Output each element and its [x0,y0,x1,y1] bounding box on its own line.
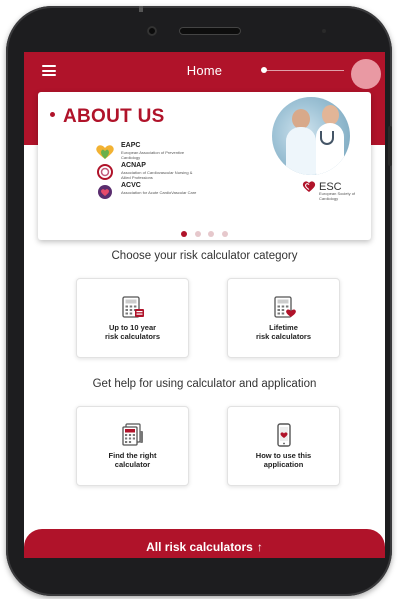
all-risk-calculators-button[interactable]: All risk calculators ↑ [24,529,385,558]
ten-year-calculators-label: Up to 10 year risk calculators [104,323,161,341]
carousel-dot-2[interactable] [194,231,201,237]
carousel-pagination [38,224,371,240]
org-eapc: EAPC European Association of Preventive … [94,142,201,160]
carousel-dot-3[interactable] [208,231,215,237]
eapc-subtitle: European Association of Preventive Cardi… [121,150,185,160]
esc-subtitle: European Society of Cardiology [319,191,356,201]
decorative-circle [351,59,381,89]
acvc-name: ACVC [121,182,141,189]
arrow-up-icon: ↑ [256,540,263,554]
acvc-logo-icon [98,185,112,199]
lifetime-calculators-label: Lifetime risk calculators [255,323,312,341]
phone-speaker [179,27,241,35]
doctors-photo [272,97,350,175]
phone-frame: Home ABOUT US EAPC European Association … [6,6,392,596]
all-risk-calculators-label: All risk calculators ↑ [146,540,263,554]
esc-name: ESC [319,180,342,193]
app-header: Home [24,52,385,90]
help-section-title: Get help for using calculator and applic… [92,378,317,390]
category-section-title: Choose your risk calculator category [111,250,298,262]
calculator-list-icon [121,423,143,446]
how-to-use-card[interactable]: How to use this application [227,406,340,486]
about-us-banner[interactable]: ABOUT US EAPC European Association of Pr… [38,92,371,240]
org-acvc: ACVC Association for Acute CardioVascula… [94,182,197,199]
esc-heart-icon [302,181,316,192]
decorative-dot [261,67,267,73]
carousel-dot-1[interactable] [181,231,188,237]
acnap-subtitle: Association of Cardiovascular Nursing & … [121,170,193,180]
org-acnap: ACNAP Association of Cardiovascular Nurs… [94,162,201,180]
eapc-name: EAPC [121,142,141,149]
carousel-dot-4[interactable] [221,231,228,237]
calculator-heart-icon [273,296,296,318]
phone-heart-icon [276,423,291,447]
calculator-icon [121,296,144,318]
eapc-logo-icon [96,145,114,159]
side-button [388,126,392,166]
banner-title: ABOUT US [50,106,165,128]
find-calculator-card[interactable]: Find the right calculator [76,406,189,486]
app-screen: Home ABOUT US EAPC European Association … [24,52,385,558]
front-camera [147,26,157,36]
acnap-name: ACNAP [121,162,146,169]
find-calculator-label: Find the right calculator [108,451,157,469]
phone-sensor [322,29,326,33]
acnap-logo-icon [97,164,113,180]
ten-year-calculators-card[interactable]: Up to 10 year risk calculators [76,278,189,358]
how-to-use-label: How to use this application [255,451,312,469]
decorative-line [264,70,344,71]
phone-top-button [139,6,143,12]
lifetime-calculators-card[interactable]: Lifetime risk calculators [227,278,340,358]
acvc-subtitle: Association for Acute CardioVascular Car… [121,190,197,195]
